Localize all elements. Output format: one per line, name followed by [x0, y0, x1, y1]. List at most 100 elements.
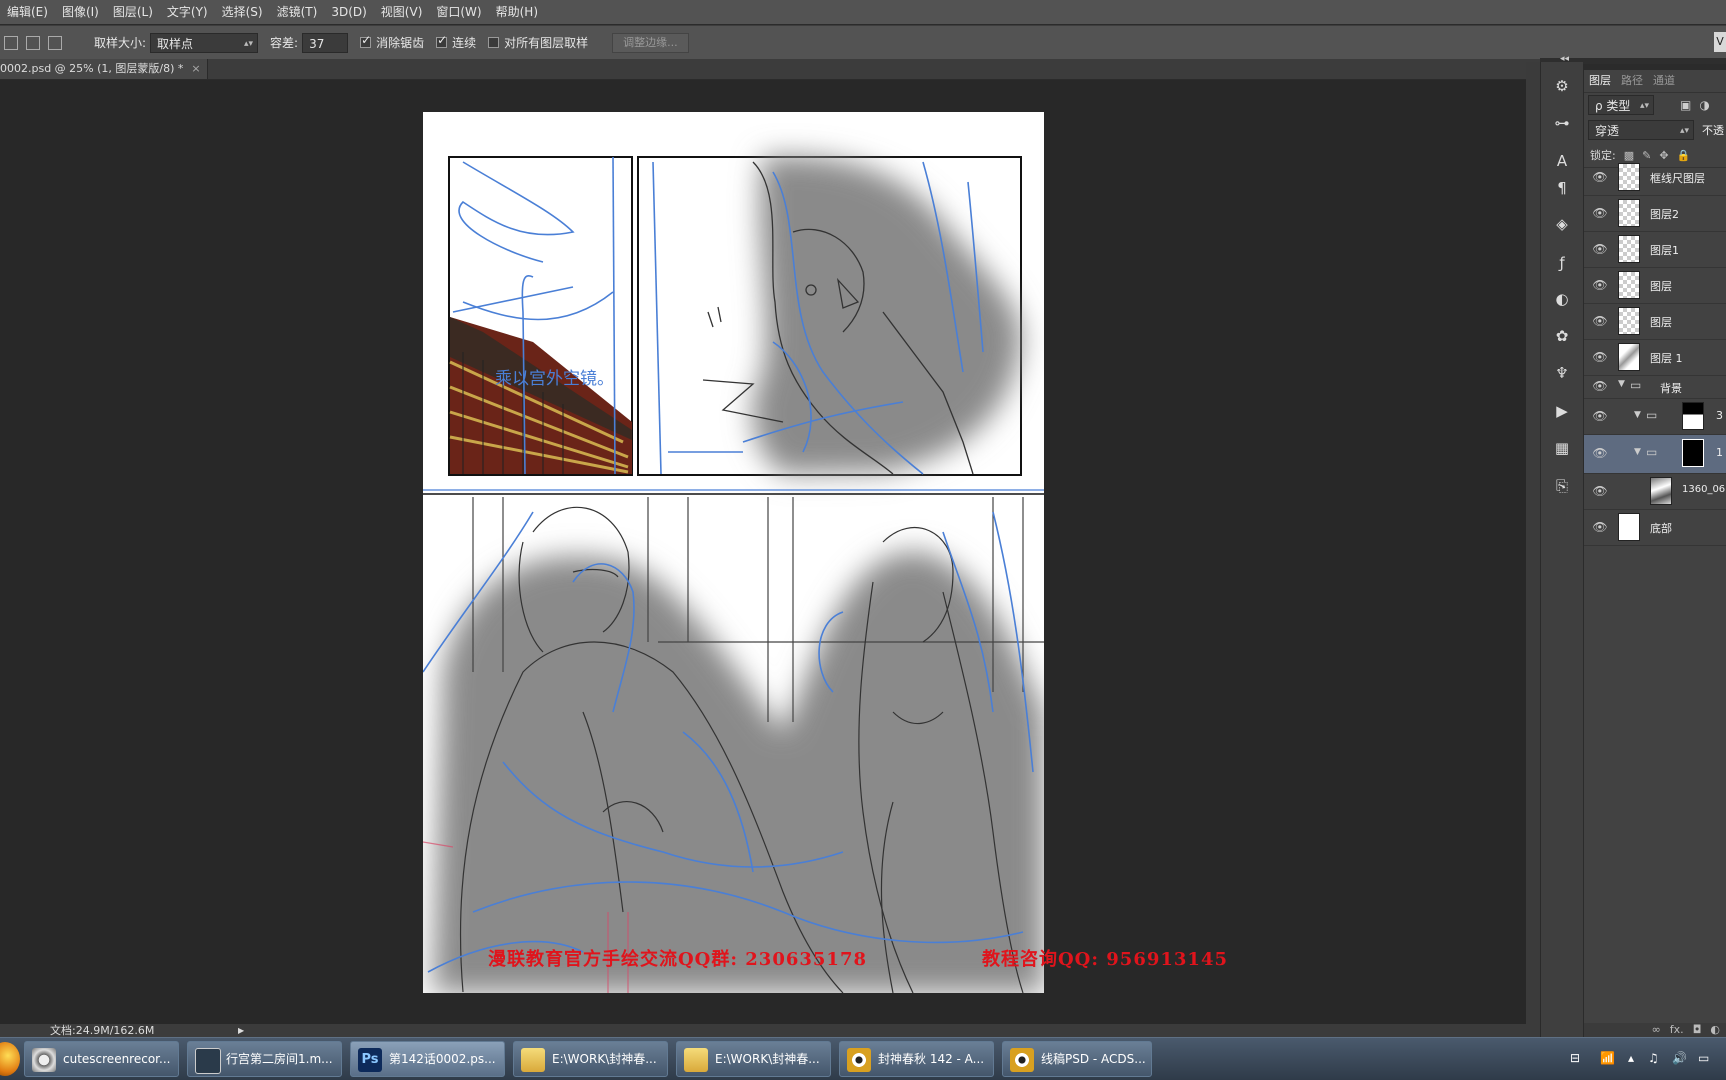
document-size: 文档:24.9M/162.6M	[50, 1024, 155, 1037]
layer-row[interactable]: 👁 底部	[1584, 510, 1726, 546]
visibility-eye-icon[interactable]: 👁	[1592, 409, 1608, 423]
styles-fx-icon[interactable]: ƒ	[1553, 254, 1571, 272]
layer-fx-icon[interactable]: fx.	[1670, 1023, 1684, 1037]
layer-row[interactable]: 👁 图层	[1584, 304, 1726, 340]
volume-icon[interactable]: 🔊	[1672, 1051, 1687, 1065]
link-layers-icon[interactable]: ∞	[1652, 1023, 1661, 1037]
layer-thumbnail	[1618, 307, 1640, 335]
menu-window[interactable]: 窗口(W)	[429, 0, 488, 24]
layer-row[interactable]: 👁 1360_06	[1584, 474, 1726, 510]
document-tab-bar: 0002.psd @ 25% (1, 图层蒙版/8) * ×	[0, 59, 1540, 79]
keyboard-icon[interactable]: ⊟	[1570, 1051, 1580, 1065]
layer-group-row[interactable]: 👁 ▼ ▭ 背景	[1584, 376, 1726, 399]
adjustment-layer-icon[interactable]: ◐	[1710, 1023, 1720, 1037]
layer-name: 图层 1	[1650, 352, 1683, 365]
visibility-eye-icon[interactable]: 👁	[1592, 314, 1608, 328]
layers-panel-tabs: 图层 路径 通道	[1584, 70, 1726, 93]
actions-play-icon[interactable]: ▶	[1553, 402, 1571, 420]
navigator-grid-icon[interactable]: ▦	[1553, 439, 1571, 457]
menu-layer[interactable]: 图层(L)	[106, 0, 160, 24]
start-button[interactable]	[0, 1042, 20, 1076]
layer-group-row-selected[interactable]: 👁 ▼ ▭ 1	[1584, 435, 1726, 474]
layer-group-row[interactable]: 👁 ▼ ▭ 3	[1584, 399, 1726, 435]
filter-adjust-icon[interactable]: ◑	[1699, 98, 1709, 112]
blend-mode-select[interactable]: 穿透 ▴▾	[1588, 120, 1694, 140]
layer-row[interactable]: 👁 图层	[1584, 268, 1726, 304]
add-selection-icon[interactable]	[26, 35, 40, 50]
antialias-checkbox[interactable]	[360, 33, 371, 48]
status-menu-arrow-icon[interactable]: ▶	[238, 1024, 244, 1037]
history-icon[interactable]: ⚙	[1553, 77, 1571, 95]
comic-page[interactable]: 乘以宫外空镜。	[423, 112, 1044, 993]
layer-name: 图层1	[1650, 244, 1679, 257]
workspace-switcher[interactable]: V	[1714, 32, 1726, 52]
photoshop-icon: Ps	[358, 1048, 382, 1072]
swatches-palette-icon[interactable]: ✿	[1553, 327, 1571, 345]
menu-3d[interactable]: 3D(D)	[324, 0, 373, 24]
menu-filter[interactable]: 滤镜(T)	[270, 0, 325, 24]
visibility-eye-icon[interactable]: 👁	[1592, 278, 1608, 292]
taskbar-item[interactable]: 行宫第二房间1.m...	[187, 1041, 342, 1077]
watermark-qq-group: 漫联教育官方手绘交流QQ群: 230635178	[488, 949, 867, 970]
folder-icon	[684, 1048, 708, 1072]
visibility-eye-icon[interactable]: 👁	[1592, 242, 1608, 256]
taskbar-item[interactable]: 封神春秋 142 - A...	[839, 1041, 994, 1077]
layer-row[interactable]: 👁 图层1	[1584, 232, 1726, 268]
menu-help[interactable]: 帮助(H)	[489, 0, 545, 24]
tab-layers[interactable]: 图层	[1584, 70, 1616, 92]
refine-edge-button[interactable]: 调整边缘...	[612, 32, 689, 53]
clone-source-icon[interactable]: ⎘	[1553, 477, 1571, 495]
taskbar-item[interactable]: 线稿PSD - ACDS...	[1002, 1041, 1152, 1077]
options-bar: 取样大小: 取样点 ▴▾ 容差: 37 消除锯齿 连续 对所有图层取样 调整边缘…	[0, 25, 1726, 60]
horizontal-scrollbar[interactable]	[0, 1024, 1526, 1037]
menu-type[interactable]: 文字(Y)	[160, 0, 215, 24]
layer-row[interactable]: 👁 图层 1	[1584, 340, 1726, 376]
menu-edit[interactable]: 编辑(E)	[0, 0, 55, 24]
menu-image[interactable]: 图像(I)	[55, 0, 106, 24]
group-expand-icon[interactable]: ▼	[1618, 379, 1625, 389]
film-reel-icon	[32, 1048, 56, 1072]
filter-pixel-icon[interactable]: ▣	[1680, 98, 1691, 112]
visibility-eye-icon[interactable]: 👁	[1592, 170, 1608, 184]
layer-row[interactable]: 👁 框线尺图层	[1584, 160, 1726, 196]
tolerance-input[interactable]: 37	[302, 32, 349, 53]
adjustments-icon[interactable]: ⊶	[1553, 114, 1571, 132]
visibility-eye-icon[interactable]: 👁	[1592, 350, 1608, 364]
wifi-icon[interactable]: 📶	[1600, 1051, 1615, 1065]
layer-name: 框线尺图层	[1650, 172, 1705, 185]
document-tab[interactable]: 0002.psd @ 25% (1, 图层蒙版/8) * ×	[0, 59, 208, 79]
color-icon[interactable]: ◐	[1553, 290, 1571, 308]
3d-cube-icon[interactable]: ◈	[1553, 215, 1571, 233]
all-layers-checkbox[interactable]	[488, 37, 500, 48]
close-tab-icon[interactable]: ×	[191, 62, 200, 75]
visibility-eye-icon[interactable]: 👁	[1592, 520, 1608, 534]
paragraph-icon[interactable]: ¶	[1553, 179, 1571, 197]
taskbar-item-active[interactable]: Ps 第142话0002.ps...	[350, 1041, 505, 1077]
brush-presets-icon[interactable]: ♆	[1553, 364, 1571, 382]
vertical-scrollbar[interactable]	[1526, 62, 1540, 1037]
menu-view[interactable]: 视图(V)	[374, 0, 430, 24]
tab-paths[interactable]: 路径	[1616, 70, 1648, 92]
tab-channels[interactable]: 通道	[1648, 70, 1680, 92]
desktop-icon[interactable]: ▭	[1698, 1051, 1709, 1065]
add-mask-icon[interactable]: ◘	[1693, 1023, 1702, 1037]
subtract-selection-icon[interactable]	[48, 35, 62, 50]
menu-select[interactable]: 选择(S)	[215, 0, 270, 24]
visibility-eye-icon[interactable]: 👁	[1592, 379, 1608, 393]
group-expand-icon[interactable]: ▼	[1634, 447, 1641, 457]
qq-icon[interactable]: ♫	[1648, 1051, 1659, 1065]
character-icon[interactable]: A	[1553, 152, 1571, 170]
visibility-eye-icon[interactable]: 👁	[1592, 206, 1608, 220]
new-selection-icon[interactable]	[4, 35, 18, 50]
show-hidden-icons[interactable]: ▴	[1628, 1051, 1634, 1065]
group-expand-icon[interactable]: ▼	[1634, 410, 1641, 420]
taskbar-item[interactable]: E:\WORK\封神春...	[676, 1041, 831, 1077]
visibility-eye-icon[interactable]: 👁	[1592, 484, 1608, 498]
contiguous-checkbox[interactable]	[436, 33, 447, 48]
sample-size-select[interactable]: 取样点 ▴▾	[150, 32, 259, 53]
taskbar-item[interactable]: cutescreenrecor...	[24, 1041, 179, 1077]
layer-filter-select[interactable]: ρ 类型 ▴▾	[1588, 95, 1654, 115]
layer-row[interactable]: 👁 图层2	[1584, 196, 1726, 232]
visibility-eye-icon[interactable]: 👁	[1592, 446, 1608, 460]
taskbar-item[interactable]: E:\WORK\封神春...	[513, 1041, 668, 1077]
